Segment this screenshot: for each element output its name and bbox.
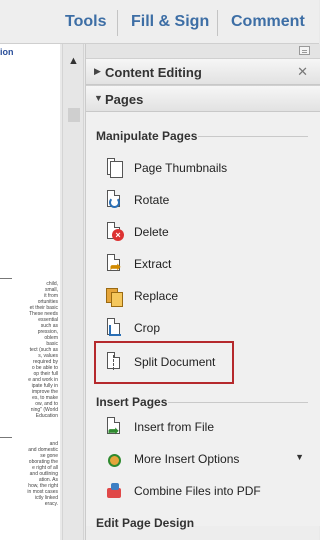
crop-icon <box>104 317 124 339</box>
footnote-rule <box>0 278 12 279</box>
fill-sign-button[interactable]: Fill & Sign <box>131 13 209 31</box>
group-divider <box>198 136 308 137</box>
group-header-edit-page-design: Edit Page Design <box>96 516 195 530</box>
tools-panel: ▶ Content Editing ✕ ▼ Pages Manipulate P… <box>85 44 320 540</box>
document-heading: ion <box>0 47 14 57</box>
replace-icon <box>104 285 124 307</box>
tool-crop[interactable]: Crop <box>104 315 304 341</box>
tool-delete[interactable]: × Delete <box>104 219 304 245</box>
tool-label: Insert from File <box>134 420 215 434</box>
dropdown-arrow-icon[interactable]: ▼ <box>295 452 304 462</box>
scroll-thumb[interactable] <box>68 108 80 122</box>
tool-label: Delete <box>134 225 169 239</box>
tool-label: Crop <box>134 321 161 335</box>
document-page: ion child, small, it from ortunities et … <box>0 44 60 540</box>
rotate-icon <box>104 189 124 211</box>
chevron-right-icon: ▶ <box>94 66 101 76</box>
group-header-manipulate-pages: Manipulate Pages <box>96 129 198 143</box>
tool-combine-files[interactable]: Combine Files into PDF <box>104 478 304 504</box>
comment-button[interactable]: Comment <box>231 13 305 31</box>
delete-icon: × <box>104 221 124 243</box>
tool-insert-from-file[interactable]: ➦ Insert from File <box>104 414 304 440</box>
split-document-icon <box>104 351 124 373</box>
tool-label: Rotate <box>134 193 170 207</box>
document-text: child, small, it from ortunities et thei… <box>28 281 58 419</box>
group-divider <box>168 402 308 403</box>
tool-label: Split Document <box>134 355 216 369</box>
extract-icon: ➦ <box>104 253 124 275</box>
tool-more-insert-options[interactable]: More Insert Options ▼ <box>104 446 304 472</box>
tool-split-document[interactable]: Split Document <box>104 349 304 375</box>
toolbar-divider <box>217 10 218 36</box>
close-icon[interactable]: ✕ <box>297 64 308 80</box>
tool-page-thumbnails[interactable]: Page Thumbnails <box>104 155 304 181</box>
tool-extract[interactable]: ➦ Extract <box>104 251 304 277</box>
group-header-insert-pages: Insert Pages <box>96 395 168 409</box>
vertical-scrollbar[interactable]: ▲ <box>62 44 84 540</box>
tool-label: Replace <box>134 289 179 303</box>
combine-files-icon <box>104 480 124 502</box>
section-pages[interactable]: ▼ Pages <box>86 85 320 112</box>
tool-label: Combine Files into PDF <box>134 484 261 498</box>
panel-options-icon[interactable] <box>299 46 310 55</box>
top-toolbar: Tools Fill & Sign Comment <box>0 0 319 44</box>
tool-label: Page Thumbnails <box>134 161 228 175</box>
section-content-editing[interactable]: ▶ Content Editing ✕ <box>86 58 320 85</box>
tool-label: Extract <box>134 257 172 271</box>
tool-rotate[interactable]: Rotate <box>104 187 304 213</box>
chevron-down-icon: ▼ <box>94 93 103 103</box>
tool-label: More Insert Options <box>134 452 240 466</box>
toolbar-divider <box>117 10 118 36</box>
section-label: Content Editing <box>105 65 202 80</box>
tool-replace[interactable]: Replace <box>104 283 304 309</box>
more-insert-options-icon <box>104 448 124 470</box>
document-text: and and domestic se gone oborating the e… <box>27 441 58 507</box>
section-label: Pages <box>105 92 144 107</box>
scroll-up-icon[interactable]: ▲ <box>68 55 79 67</box>
footnote-rule <box>0 437 12 438</box>
pages-panel-body: Manipulate Pages Page Thumbnails Rotate … <box>86 112 320 530</box>
panel-top-strip <box>86 44 320 58</box>
tools-button[interactable]: Tools <box>65 13 106 31</box>
insert-from-file-icon: ➦ <box>104 416 124 438</box>
page-thumbnails-icon <box>104 157 124 179</box>
